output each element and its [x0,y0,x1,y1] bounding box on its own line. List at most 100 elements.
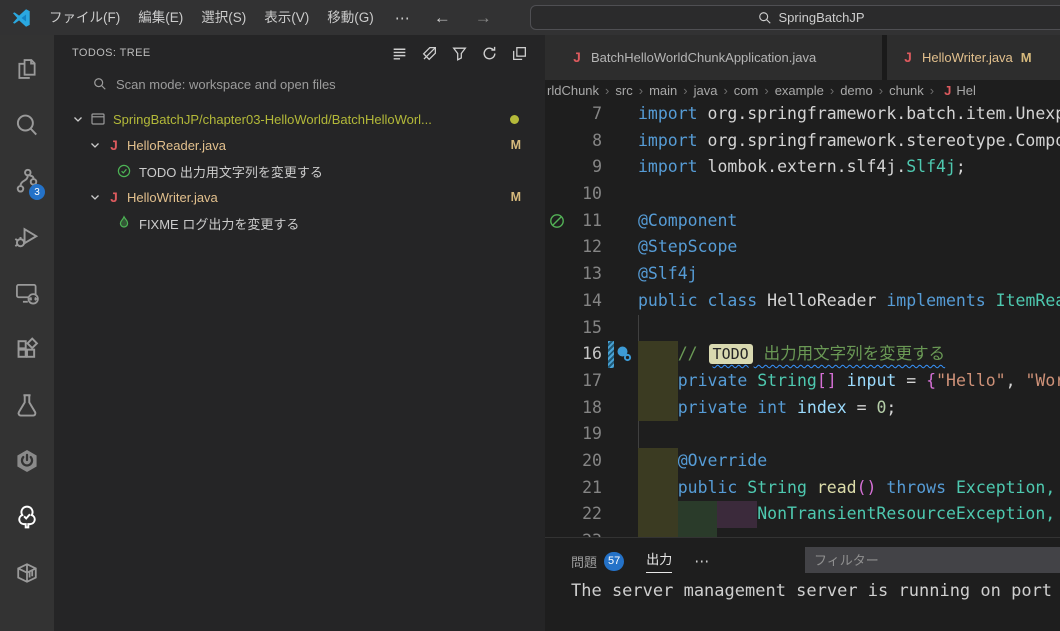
tab-problems[interactable]: 問題 57 [571,552,624,571]
breadcrumb-item[interactable]: rldChunk [547,83,599,98]
code-token: private [678,371,748,390]
code-token: public [678,478,738,497]
code-line[interactable]: 15 [545,315,1060,342]
breadcrumb-item[interactable]: demo [840,83,873,98]
todo-check-icon [116,163,132,179]
search-icon [758,11,772,25]
code-line[interactable]: 17 private String[] input = {"Hello", "W… [545,368,1060,395]
code-line[interactable]: 9import lombok.extern.slf4j.Slf4j; [545,154,1060,181]
activity-containers[interactable] [0,545,54,601]
code-token: private [678,398,748,417]
scan-mode-row[interactable]: Scan mode: workspace and open files [54,71,545,97]
tree-row-helloreader[interactable]: J HelloReader.java M [54,132,545,158]
code-token: class [708,291,758,310]
expand-all-icon[interactable] [511,45,528,62]
todo-tree-icon [14,504,40,530]
code-token: 0 [876,398,886,417]
breadcrumb-item[interactable]: com [734,83,759,98]
menu-view[interactable]: 表示(V) [255,0,318,35]
nav-back-icon[interactable]: ← [422,8,463,28]
activity-explorer[interactable] [0,41,54,97]
code-text: import lombok.extern.slf4j.Slf4j; [638,154,966,181]
indent-rainbow-block [638,341,678,368]
activity-spring-boot[interactable] [0,433,54,489]
fixme-flame-icon [116,215,132,231]
activity-search[interactable] [0,97,54,153]
code-line[interactable]: 14public class HelloReader implements It… [545,288,1060,315]
line-number: 23 [545,528,602,537]
code-line[interactable]: 20 @Override [545,448,1060,475]
menu-edit[interactable]: 編集(E) [129,0,192,35]
code-line[interactable]: 10 [545,181,1060,208]
indent-rainbow-block [638,395,678,422]
breadcrumb-item[interactable]: chunk [889,83,924,98]
activity-run-debug[interactable] [0,209,54,265]
problems-count-badge: 57 [604,552,624,571]
code-line[interactable]: 12@StepScope [545,234,1060,261]
code-text: @StepScope [638,234,737,261]
flat-list-icon[interactable] [391,45,408,62]
code-line[interactable]: 19 [545,421,1060,448]
activity-todo-tree[interactable] [0,489,54,545]
code-line[interactable]: 16 // TODO 出力用文字列を変更する [545,341,1060,368]
code-token [757,291,767,310]
filter-icon[interactable] [451,45,468,62]
containers-icon [14,560,40,586]
tab-hellowriter[interactable]: J HelloWriter.java M [887,35,1060,80]
menu-file[interactable]: ファイル(F) [40,0,129,35]
activity-bar: 3 [0,35,54,631]
output-text: The server management server is running … [571,581,1052,601]
code-line[interactable]: 23 [545,528,1060,537]
breadcrumb-item[interactable]: src [615,83,632,98]
line-number: 8 [545,128,602,155]
activity-extensions[interactable] [0,321,54,377]
breadcrumb-item[interactable]: example [775,83,824,98]
editor-area: J BatchHelloWorldChunkApplication.java J… [545,35,1060,631]
chevron-down-icon [70,111,86,127]
code-line[interactable]: 21 public String read() throws Exception… [545,475,1060,502]
refresh-icon[interactable] [481,45,498,62]
editor-tabs: J BatchHelloWorldChunkApplication.java J… [545,35,1060,80]
code-token: import [638,131,698,150]
indent-guide [638,315,639,342]
code-editor[interactable]: 7import org.springframework.batch.item.U… [545,100,1060,537]
breadcrumb-item[interactable]: main [649,83,677,98]
tab-batchhelloworldchunkapplication[interactable]: J BatchHelloWorldChunkApplication.java [545,35,882,80]
activity-source-control[interactable]: 3 [0,153,54,209]
output-filter-input[interactable] [805,547,1060,573]
code-token [946,478,956,497]
menu-go[interactable]: 移動(G) [318,0,383,35]
code-token: @Override [678,451,767,470]
nav-forward-icon[interactable]: → [463,8,504,28]
code-line[interactable]: 18 private int index = 0; [545,395,1060,422]
command-center-search[interactable]: SpringBatchJP [530,5,1060,30]
java-file-icon: J [107,138,121,153]
tag-icon[interactable] [421,45,438,62]
breadcrumb-separator: › [717,83,733,98]
line-number: 7 [545,101,602,128]
code-line[interactable]: 11@Component [545,208,1060,235]
code-token [737,478,747,497]
code-token: String [747,478,807,497]
tree-row-fixme-item[interactable]: FIXME ログ出力を変更する [54,210,545,236]
tab-output[interactable]: 出力 [646,549,672,573]
code-token: org.springframework.stereotype.Compon [698,131,1060,150]
panel-more-icon[interactable]: ⋯ [694,552,709,570]
tree-row-hellowriter[interactable]: J HelloWriter.java M [54,184,545,210]
menu-selection[interactable]: 選択(S) [192,0,255,35]
code-line[interactable]: 13@Slf4j [545,261,1060,288]
code-line[interactable]: 22 NonTransientResourceException, [545,501,1060,528]
git-modified-badge: M [511,138,521,152]
menu-more-icon[interactable]: ⋯ [383,9,422,27]
tree-row-workspace[interactable]: SpringBatchJP/chapter03-HelloWorld/Batch… [54,106,545,132]
tab-label: BatchHelloWorldChunkApplication.java [591,50,816,65]
tree-row-todo-item[interactable]: TODO 出力用文字列を変更する [54,158,545,184]
code-line[interactable]: 7import org.springframework.batch.item.U… [545,101,1060,128]
breadcrumb-item[interactable]: java [694,83,718,98]
breadcrumb-separator: › [824,83,840,98]
activity-remote-explorer[interactable] [0,265,54,321]
breadcrumb-file[interactable]: Hel [956,83,976,98]
breadcrumb-separator: › [924,83,940,98]
code-line[interactable]: 8 import org.springframework.stereotype.C… [545,128,1060,155]
activity-testing[interactable] [0,377,54,433]
